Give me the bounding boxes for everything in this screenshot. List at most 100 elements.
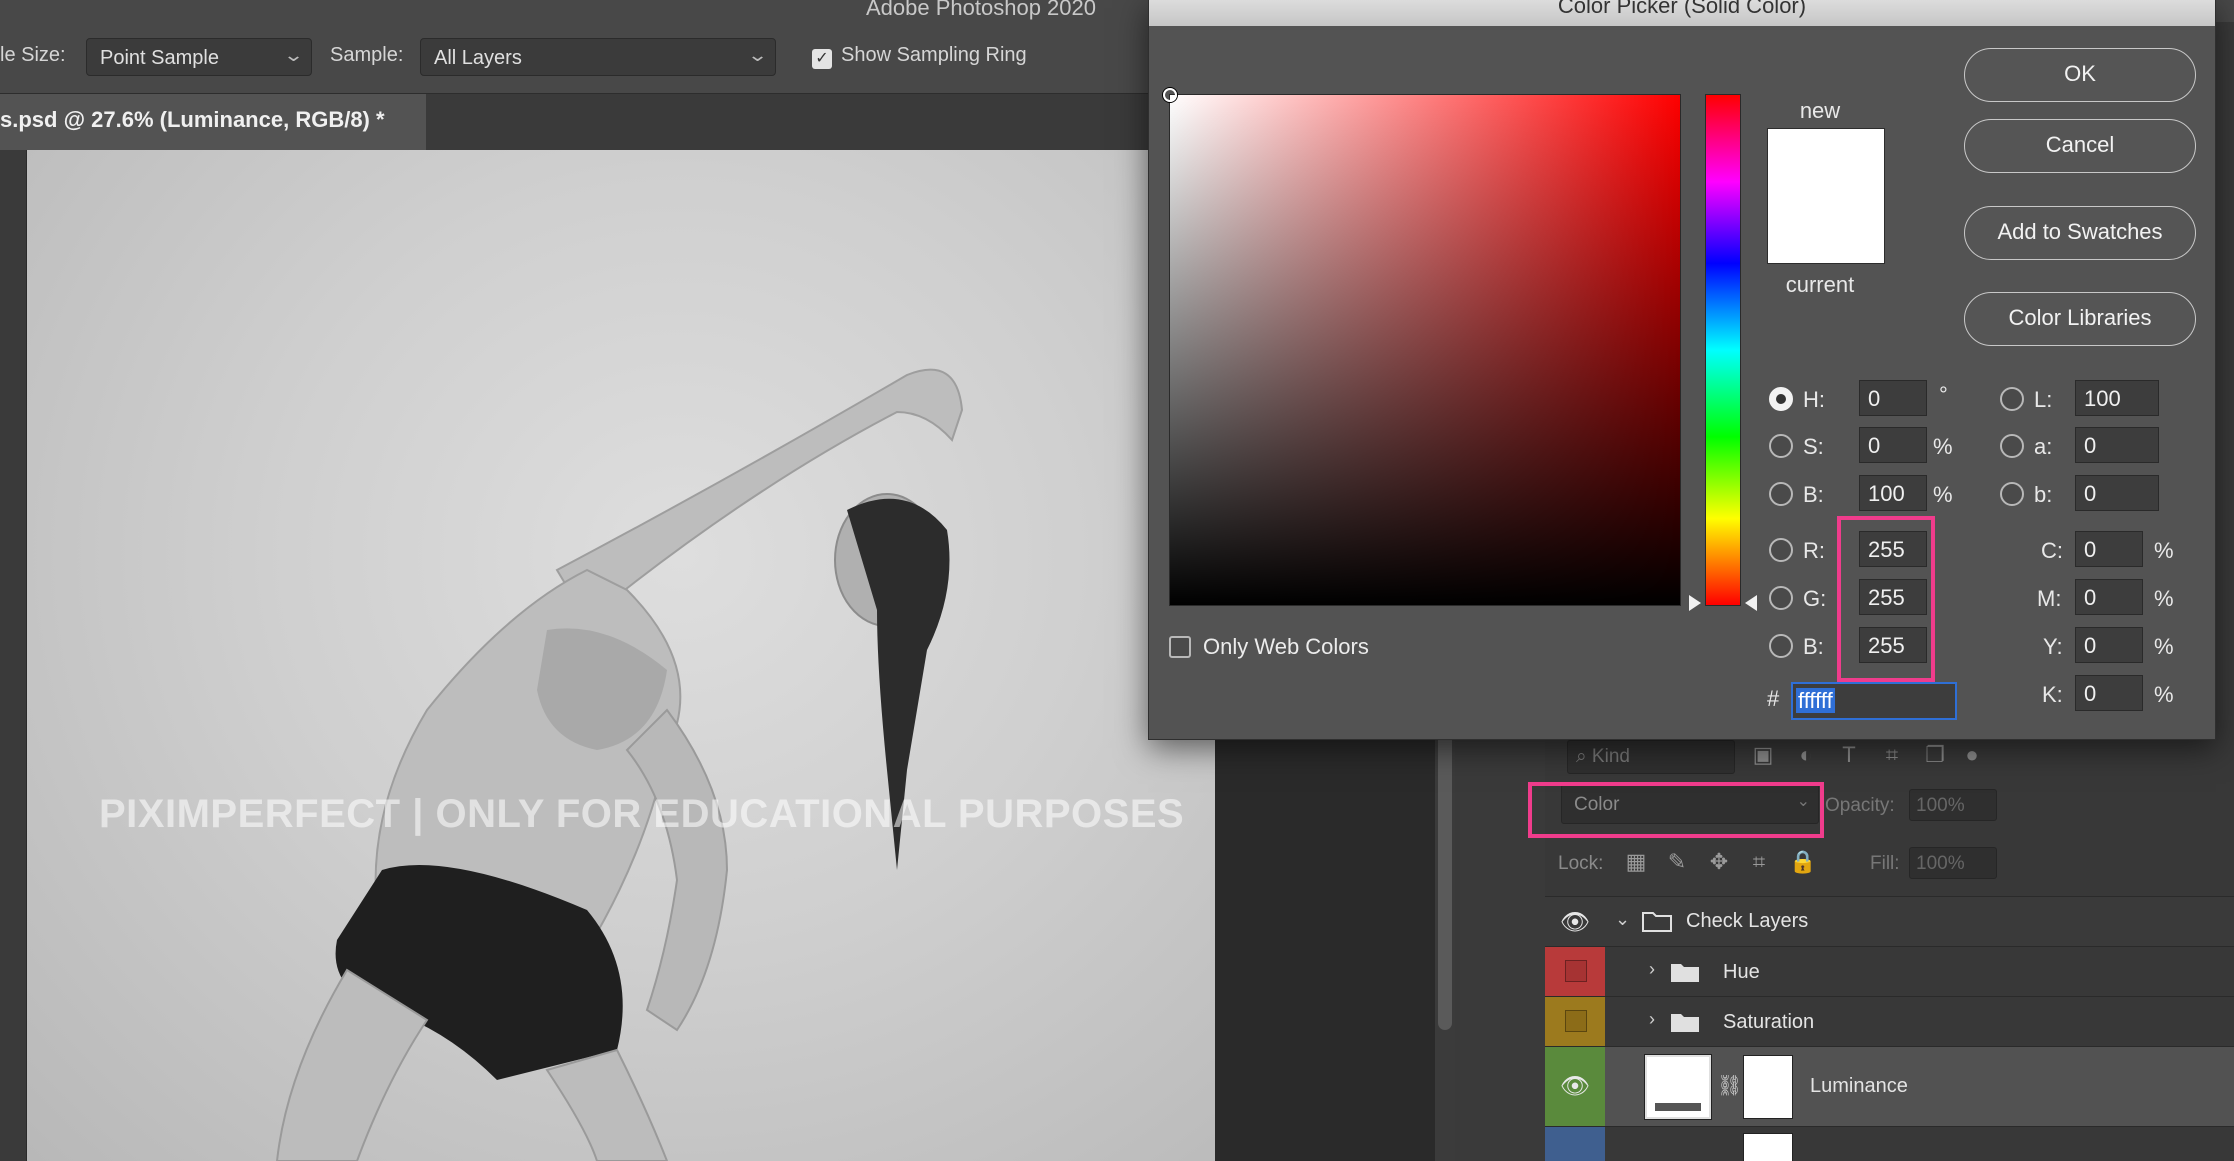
lock-artboard-icon[interactable]: ⌗ xyxy=(1745,848,1773,876)
y-field[interactable]: 0 xyxy=(2075,627,2143,663)
chevron-right-icon[interactable]: › xyxy=(1649,959,1655,980)
highlight-rgb-fields xyxy=(1837,516,1935,682)
brightness-radio[interactable] xyxy=(1769,482,1793,506)
eye-icon[interactable]: 👁 xyxy=(1545,908,1605,937)
lab-b-field[interactable]: 0 xyxy=(2075,475,2159,511)
hue-slider-right-arrow[interactable] xyxy=(1745,595,1757,611)
kind-filter-select[interactable]: ⌕ Kind xyxy=(1567,740,1735,774)
red-radio[interactable] xyxy=(1769,538,1793,562)
chevron-down-icon: ⌄ xyxy=(282,45,305,65)
percent-unit: % xyxy=(2154,538,2174,563)
l-field[interactable]: 100 xyxy=(2075,380,2159,416)
chevron-down-icon[interactable]: ⌄ xyxy=(1615,909,1630,930)
link-icon[interactable]: ⛓ xyxy=(1717,1073,1742,1098)
type-filter-icon[interactable]: T xyxy=(1836,742,1862,768)
fill-field[interactable]: 100% xyxy=(1909,847,1997,879)
layer-visibility[interactable] xyxy=(1545,947,1605,996)
sample-value: All Layers xyxy=(434,47,522,69)
chevron-right-icon[interactable]: › xyxy=(1649,1009,1655,1030)
smart-object-filter-icon[interactable]: ❐ xyxy=(1922,742,1948,768)
layer-visibility[interactable]: 👁 xyxy=(1545,897,1605,946)
percent-unit: % xyxy=(1933,482,1953,507)
b-field[interactable]: 100 xyxy=(1859,475,1927,511)
color-field-marker[interactable] xyxy=(1163,88,1177,102)
k-field[interactable]: 0 xyxy=(2075,675,2143,711)
layer-row-partial[interactable] xyxy=(1545,1126,2234,1161)
h-field[interactable]: 0 xyxy=(1859,380,1927,416)
only-web-colors-checkbox[interactable] xyxy=(1169,636,1191,658)
scrollbar-thumb[interactable] xyxy=(1438,720,1452,1030)
layer-row-hue[interactable]: › Hue xyxy=(1545,946,2234,996)
layers-filter-row: ⌕ Kind ▣ ◐ T ⌗ ❐ ● xyxy=(1555,736,2215,776)
hue-radio[interactable] xyxy=(1769,387,1793,411)
color-libraries-button[interactable]: Color Libraries xyxy=(1964,292,2196,346)
saturation-radio[interactable] xyxy=(1769,434,1793,458)
m-label: M: xyxy=(2037,586,2062,611)
canvas-ruler-strip xyxy=(0,150,26,1161)
sample-select[interactable]: All Layers ⌄ xyxy=(420,38,776,76)
show-sampling-ring-checkbox[interactable]: ✓ xyxy=(812,49,832,69)
photo-figure xyxy=(275,368,964,1161)
sample-size-select[interactable]: Point Sample ⌄ xyxy=(86,38,312,76)
kind-filter-label: Kind xyxy=(1591,746,1630,767)
shape-filter-icon[interactable]: ⌗ xyxy=(1879,742,1905,768)
document-canvas[interactable]: PIXIMPERFECT | ONLY FOR EDUCATIONAL PURP… xyxy=(27,150,1215,1161)
layer-mask-thumbnail[interactable] xyxy=(1743,1055,1793,1119)
percent-unit: % xyxy=(2154,682,2174,707)
c-field[interactable]: 0 xyxy=(2075,531,2143,567)
adjustment-filter-icon[interactable]: ◐ xyxy=(1793,742,1819,768)
b-channel-radio[interactable] xyxy=(2000,482,2024,506)
chevron-down-icon: ⌄ xyxy=(746,45,769,65)
layer-visibility[interactable]: 👁 xyxy=(1545,1047,1605,1126)
filter-toggle-icon[interactable]: ● xyxy=(1959,742,1985,768)
lock-position-move-icon[interactable]: ✥ xyxy=(1705,848,1733,876)
layer-row-check-layers[interactable]: 👁 ⌄ Check Layers xyxy=(1545,896,2234,946)
s-field[interactable]: 0 xyxy=(1859,427,1927,463)
s-label: S: xyxy=(1803,434,1824,459)
hue-slider[interactable] xyxy=(1705,94,1741,606)
layer-row-saturation[interactable]: › Saturation xyxy=(1545,996,2234,1046)
a-field[interactable]: 0 xyxy=(2075,427,2159,463)
eye-icon[interactable]: 👁 xyxy=(1545,1072,1605,1101)
lightness-radio[interactable] xyxy=(2000,387,2024,411)
pixel-filter-icon[interactable]: ▣ xyxy=(1750,742,1776,768)
b-label: B: xyxy=(1803,482,1824,507)
blue-radio[interactable] xyxy=(1769,634,1793,658)
canvas-area[interactable]: PIXIMPERFECT | ONLY FOR EDUCATIONAL PURP… xyxy=(0,150,1215,1161)
layer-mask-thumbnail[interactable] xyxy=(1743,1133,1793,1161)
hex-value-selected: ffffff xyxy=(1796,688,1835,713)
adjustment-thumbnail[interactable] xyxy=(1644,1054,1712,1120)
panel-scrollbar[interactable] xyxy=(1435,700,1455,1161)
a-channel-radio[interactable] xyxy=(2000,434,2024,458)
cancel-button[interactable]: Cancel xyxy=(1964,119,2196,173)
layer-name: Hue xyxy=(1723,961,1760,983)
add-to-swatches-button[interactable]: Add to Swatches xyxy=(1964,206,2196,260)
layer-row-luminance[interactable]: 👁 ⛓ Luminance xyxy=(1545,1046,2234,1126)
lock-transparent-icon[interactable]: ▦ xyxy=(1622,848,1650,876)
c-label: C: xyxy=(2041,538,2063,563)
r-label: R: xyxy=(1803,538,1825,563)
color-field[interactable] xyxy=(1163,88,1681,606)
show-sampling-ring-label: Show Sampling Ring xyxy=(841,44,1027,66)
hue-slider-left-arrow[interactable] xyxy=(1689,595,1701,611)
layer-visibility[interactable] xyxy=(1545,997,1605,1046)
dialog-title: Color Picker (Solid Color) xyxy=(1557,0,1807,18)
opacity-field[interactable]: 100% xyxy=(1909,789,1997,821)
adjustment-icon xyxy=(1655,1103,1701,1111)
hex-field[interactable]: ffffff xyxy=(1791,682,1957,720)
green-radio[interactable] xyxy=(1769,586,1793,610)
color-tag-swatch xyxy=(1565,1010,1587,1032)
l-label: L: xyxy=(2034,387,2053,412)
lock-image-brush-icon[interactable]: ✎ xyxy=(1663,848,1691,876)
ok-button[interactable]: OK xyxy=(1964,48,2196,102)
lock-all-icon[interactable]: 🔒 xyxy=(1789,848,1817,876)
layer-visibility[interactable] xyxy=(1545,1127,1605,1161)
current-color-swatch[interactable] xyxy=(1767,196,1885,264)
dialog-titlebar[interactable]: Color Picker (Solid Color) xyxy=(1149,0,2215,26)
folder-icon xyxy=(1642,912,1672,932)
a-label: a: xyxy=(2034,434,2053,459)
new-color-swatch xyxy=(1767,128,1885,196)
m-field[interactable]: 0 xyxy=(2075,579,2143,615)
layer-name: Luminance xyxy=(1810,1075,1908,1097)
document-tab[interactable]: s.psd @ 27.6% (Luminance, RGB/8) * xyxy=(0,94,426,150)
